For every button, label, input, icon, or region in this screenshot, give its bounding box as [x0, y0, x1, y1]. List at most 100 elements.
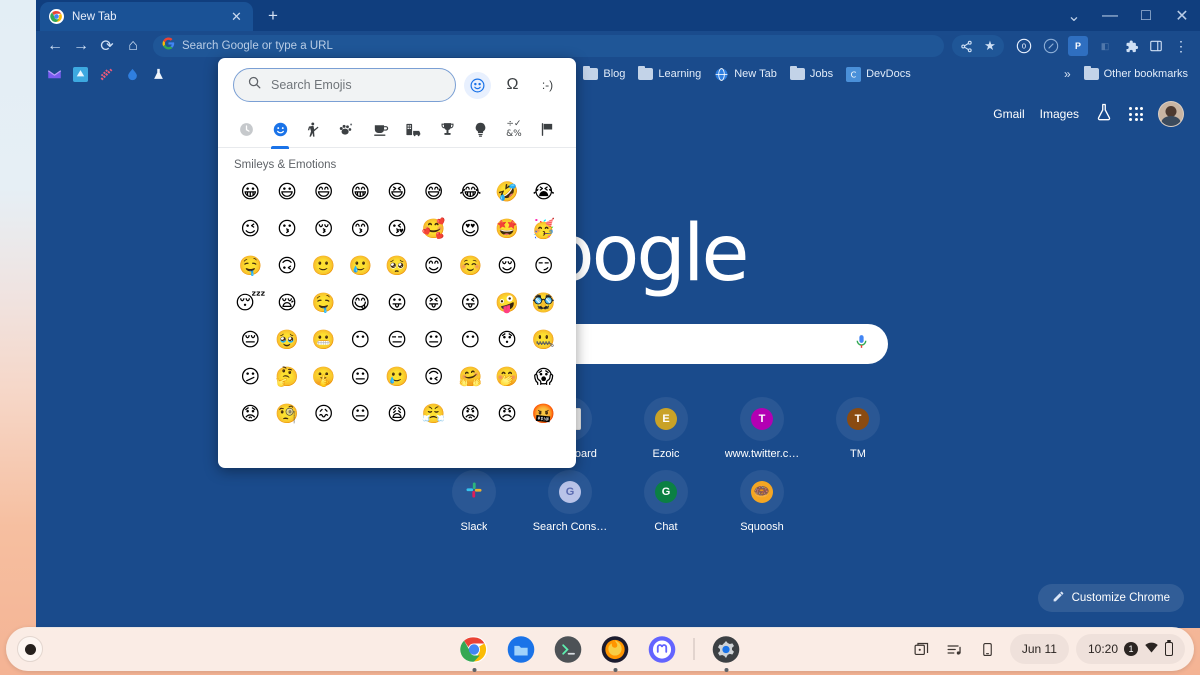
emoji-cell[interactable]: 😐	[415, 323, 452, 356]
reload-icon[interactable]: ⟳	[95, 34, 119, 58]
extensions-puzzle-icon[interactable]	[1119, 34, 1143, 58]
emoji-cell[interactable]: 😐	[342, 397, 379, 430]
emoji-cell[interactable]: 🥺	[379, 249, 416, 282]
chevron-down-icon[interactable]: ⌄	[1056, 0, 1092, 31]
emoji-cell[interactable]: 😅	[415, 175, 452, 208]
emoji-cell[interactable]: 🧐	[269, 397, 306, 430]
shortcut-tile[interactable]: T www.twitter.c…	[714, 387, 810, 460]
shortcut-tile[interactable]: G Chat	[618, 460, 714, 533]
emoji-cell[interactable]: 😖	[305, 397, 342, 430]
emoji-category-recent[interactable]	[230, 112, 263, 148]
bookmark-analytics[interactable]	[94, 65, 119, 84]
emoji-cell[interactable]: 🤬	[525, 397, 562, 430]
close-window-button[interactable]: ✕	[1164, 0, 1200, 31]
emoji-cell[interactable]: 😘	[379, 212, 416, 245]
bookmark-drive[interactable]	[68, 65, 93, 84]
emoji-cell[interactable]: 😴	[232, 286, 269, 319]
bookmark-devdocs[interactable]: C DevDocs	[840, 65, 917, 84]
emoji-cell[interactable]: 😟	[232, 397, 269, 430]
emoji-category-food-drink[interactable]	[364, 112, 397, 148]
chrome-app-icon[interactable]	[459, 634, 490, 665]
emoji-cell[interactable]: 😜	[452, 286, 489, 319]
bookmark-folder-blog[interactable]: Blog	[577, 65, 631, 82]
emoji-cell[interactable]: 😍	[452, 212, 489, 245]
emoji-cell[interactable]: 🙃	[415, 360, 452, 393]
emoji-cell[interactable]: 🥹	[269, 323, 306, 356]
bookmark-folder-jobs[interactable]: Jobs	[784, 65, 839, 82]
emoji-cell[interactable]: 😃	[269, 175, 306, 208]
phone-hub-icon[interactable]	[973, 634, 1003, 664]
emoji-cell[interactable]: 😙	[342, 212, 379, 245]
shortcut-tile[interactable]: Slack	[426, 460, 522, 533]
emoji-cell[interactable]: 😄	[305, 175, 342, 208]
emoji-category-smileys-emotions[interactable]	[263, 112, 296, 149]
tab-new-tab[interactable]: New Tab ✕	[40, 2, 253, 31]
emoji-cell[interactable]: 😛	[379, 286, 416, 319]
close-icon[interactable]: ✕	[229, 9, 244, 24]
zotero-extension-icon[interactable]: 0	[1014, 36, 1034, 56]
emoji-search-input[interactable]: Search Emojis	[233, 68, 456, 102]
media-controls-icon[interactable]	[940, 634, 970, 664]
bookmark-water[interactable]	[120, 65, 145, 84]
emoji-cell[interactable]: 😁	[342, 175, 379, 208]
bookmarks-overflow-button[interactable]: »	[1058, 67, 1077, 81]
emoji-cell[interactable]: 😤	[415, 397, 452, 430]
emoji-cell[interactable]: 😭	[525, 175, 562, 208]
minimize-button[interactable]: —	[1092, 0, 1128, 31]
bookmark-labs[interactable]	[146, 65, 171, 84]
emoji-cell[interactable]: 🥰	[415, 212, 452, 245]
emoji-cell[interactable]: 😚	[305, 212, 342, 245]
settings-app-icon[interactable]	[711, 634, 742, 665]
labs-flask-icon[interactable]	[1094, 102, 1114, 127]
emoji-cell[interactable]: 🤐	[525, 323, 562, 356]
emoji-cell[interactable]: 😶	[342, 323, 379, 356]
apps-grid-icon[interactable]	[1129, 107, 1143, 121]
emoji-cell[interactable]: 🙂	[305, 249, 342, 282]
emoji-cell[interactable]: 😝	[415, 286, 452, 319]
emoji-cell[interactable]: 😱	[525, 360, 562, 393]
emoji-cell[interactable]: 🤤	[232, 249, 269, 282]
emoji-cell[interactable]: 🥲	[342, 249, 379, 282]
address-bar[interactable]: Search Google or type a URL	[153, 35, 944, 57]
customize-chrome-button[interactable]: Customize Chrome	[1037, 584, 1184, 612]
bookmark-folder-learning[interactable]: Learning	[632, 65, 707, 82]
emoji-cell[interactable]: 😠	[489, 397, 526, 430]
emoji-cell[interactable]: 😩	[379, 397, 416, 430]
back-icon[interactable]: ←	[43, 34, 67, 58]
emoji-cell[interactable]: 🥸	[525, 286, 562, 319]
files-app-icon[interactable]	[506, 634, 537, 665]
date-pill[interactable]: Jun 11	[1009, 634, 1069, 664]
emoji-cell[interactable]: 😏	[525, 249, 562, 282]
emoji-category-animals-nature[interactable]	[330, 112, 363, 148]
shortcut-tile[interactable]: T TM	[810, 387, 906, 460]
emoji-category-activities-events[interactable]	[430, 112, 463, 148]
emoji-cell[interactable]: 😕	[232, 360, 269, 393]
emoji-grid-body[interactable]: Smileys & Emotions 😀 😃 😄 😁 😆 😅 😂 🤣 😭 😉 😗 😚 😙 😘 🥰 😍 🤩 🥳 🤤 🙃 🙂…	[218, 148, 576, 468]
launcher-icon[interactable]	[17, 636, 43, 662]
shortcut-tile[interactable]: G Search Cons…	[522, 460, 618, 533]
emoji-cell[interactable]: 😉	[232, 212, 269, 245]
symbols-tab-button[interactable]: Ω	[499, 72, 526, 99]
terminal-app-icon[interactable]	[553, 634, 584, 665]
new-tab-button[interactable]: +	[260, 3, 286, 29]
emoji-cell[interactable]: 😔	[232, 323, 269, 356]
emoji-cell[interactable]: 😂	[452, 175, 489, 208]
emoji-cell[interactable]: 🤗	[452, 360, 489, 393]
shortcut-tile[interactable]: 🍩 Squoosh	[714, 460, 810, 533]
emoji-category-travel-places[interactable]	[397, 112, 430, 148]
emoji-cell[interactable]: 😐	[342, 360, 379, 393]
images-link[interactable]: Images	[1040, 107, 1079, 121]
mastodon-app-icon[interactable]	[647, 634, 678, 665]
home-icon[interactable]: ⌂	[121, 34, 145, 58]
shortcut-tile[interactable]: E Ezoic	[618, 387, 714, 460]
emoji-cell[interactable]: 🤩	[489, 212, 526, 245]
bookmark-gmail[interactable]	[42, 65, 67, 84]
firefox-app-icon[interactable]	[600, 634, 631, 665]
emoji-cell[interactable]: 🤫	[305, 360, 342, 393]
emoji-category-flags[interactable]	[531, 112, 564, 148]
emoji-tab-button[interactable]	[464, 71, 491, 99]
pocket-extension-icon[interactable]: P	[1068, 36, 1088, 56]
forward-icon[interactable]: →	[69, 34, 93, 58]
link-extension-icon[interactable]	[1041, 36, 1061, 56]
emoji-cell[interactable]: 🤤	[305, 286, 342, 319]
